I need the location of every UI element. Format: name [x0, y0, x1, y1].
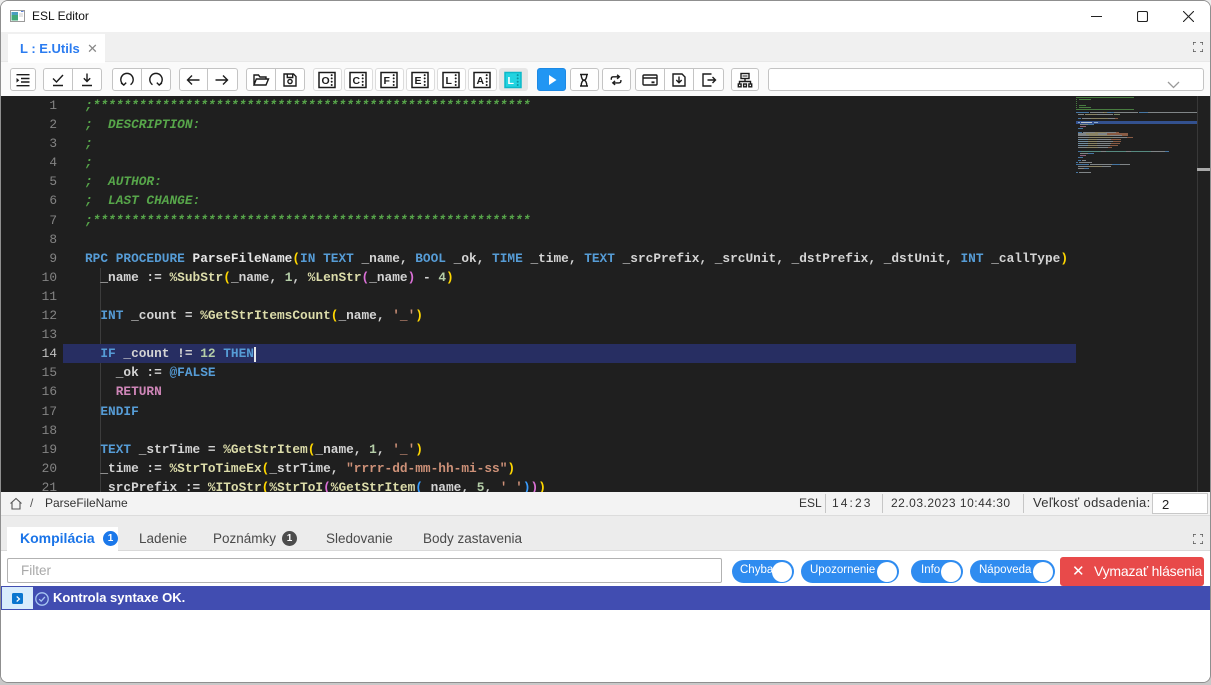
svg-text:F: F [384, 75, 391, 87]
svg-text:E: E [415, 75, 422, 87]
svg-text:L: L [446, 75, 453, 87]
svg-text:O: O [322, 75, 330, 87]
svg-text:A: A [477, 75, 485, 87]
svg-text:C: C [353, 75, 361, 87]
svg-text:L: L [508, 75, 515, 87]
